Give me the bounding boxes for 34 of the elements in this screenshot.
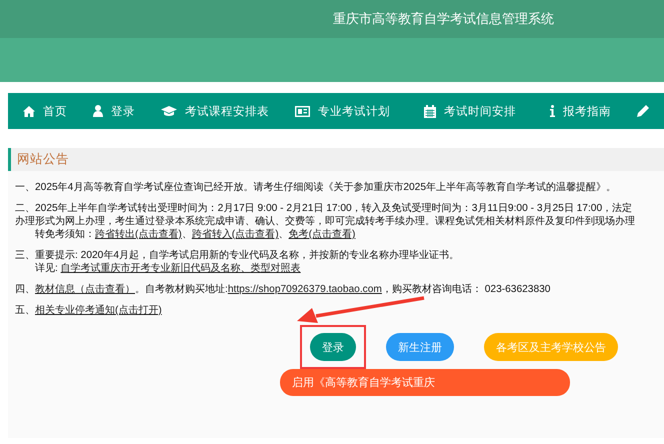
pencil-icon	[637, 105, 649, 117]
nav-link[interactable]: 首页	[23, 104, 67, 118]
nav-link[interactable]: 专业考试计划	[295, 104, 390, 118]
notice-text: 办理形式为网上办理，考生通过登录本系统完成申请、确认、交费等，即可完成转考手续办理。课程免试凭相关材料原件及复印件到现场办理	[15, 215, 636, 228]
notice-text: 三、重要提示: 2020年4月起，自学考试启用新的专业代码及名称，并按新的专业名称办理毕业证书。	[15, 249, 460, 262]
user-icon	[93, 105, 103, 117]
notice-link[interactable]: 自学考试重庆市开考专业新旧代码及名称、类型对照表	[60, 263, 301, 274]
notice-text: 五、相关专业停考通知(点击打开)	[15, 304, 163, 317]
action-button[interactable]: 登录	[310, 333, 356, 361]
notice-link[interactable]: 教材信息（点击查看）	[35, 284, 135, 295]
notice-text: 转免考须知：跨省转出(点击查看)、跨省转入(点击查看)、免考(点击查看)	[34, 228, 356, 241]
graduation-cap-icon	[161, 106, 177, 116]
notice-link[interactable]: 跨省转入(点击查看)	[192, 229, 279, 240]
id-card-icon	[295, 106, 310, 116]
notice-text: 四、教材信息（点击查看）。自考教材购买地址:https://shop70926379.taobao.com，购买教材咨询电话： 023-63623830	[15, 283, 552, 296]
home-icon	[23, 106, 35, 116]
announcement-banner[interactable]: 启用《高等教育自学考试重庆	[280, 369, 570, 396]
nav-link[interactable]: 考试时间安排	[424, 104, 516, 118]
nav-link[interactable]: 登录	[93, 104, 135, 118]
notice-link[interactable]: 免考(点击查看)	[288, 229, 356, 240]
notice-title: 网站公告	[17, 151, 69, 168]
notice-text: 一、2025年4月高等教育自学考试座位查询已经开放。请考生仔细阅读《关于参加重庆市2025年上半年高等教育自学考试的温馨提醒》。	[15, 181, 617, 194]
notice-link[interactable]: 跨省转出(点击查看)	[95, 229, 182, 240]
action-button[interactable]: 新生注册	[386, 333, 454, 361]
nav-link[interactable]: 考试课程安排表	[161, 104, 269, 118]
nav-link[interactable]: 报考指南	[550, 104, 611, 118]
nav-link[interactable]	[637, 105, 649, 117]
notice-link[interactable]: https://shop70926379.taobao.com	[228, 284, 382, 295]
notice-link[interactable]: 相关专业停考通知(点击打开)	[35, 305, 162, 316]
notice-text: 二、2025年上半年自学考试转出受理时间为：2月17日 9:00 - 2月21日 17:00，转入及免试受理时间为：3月11日9:00 - 3月25日 17:00，法定	[15, 202, 634, 215]
info-icon	[550, 105, 555, 117]
notice-text: 详见: 自学考试重庆市开考专业新旧代码及名称、类型对照表	[34, 262, 302, 275]
calendar-icon	[424, 104, 436, 118]
site-title: 重庆市高等教育自学考试信息管理系统	[333, 10, 554, 28]
